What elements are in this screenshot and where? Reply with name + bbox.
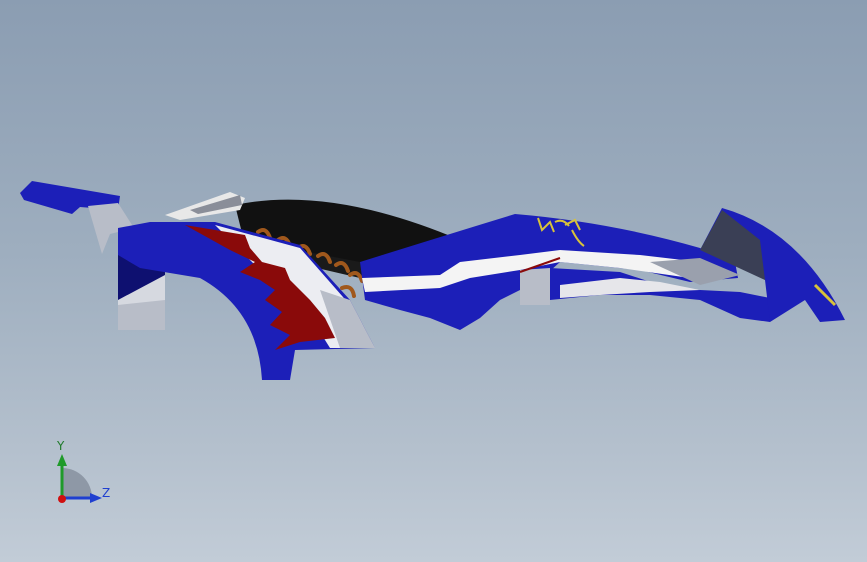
triad-plane <box>62 468 92 498</box>
triad-y-arrow <box>57 454 67 466</box>
car-body-model[interactable] <box>0 0 867 562</box>
triad-z-label: Z <box>102 486 111 500</box>
graphics-viewport[interactable]: Y Z <box>0 0 867 562</box>
triad-x-origin <box>58 495 66 503</box>
coordinate-triad: Y Z <box>40 438 130 518</box>
triad-y-label: Y <box>57 439 65 453</box>
triad-z-arrow <box>90 493 102 503</box>
front-lower-panel <box>520 268 550 305</box>
